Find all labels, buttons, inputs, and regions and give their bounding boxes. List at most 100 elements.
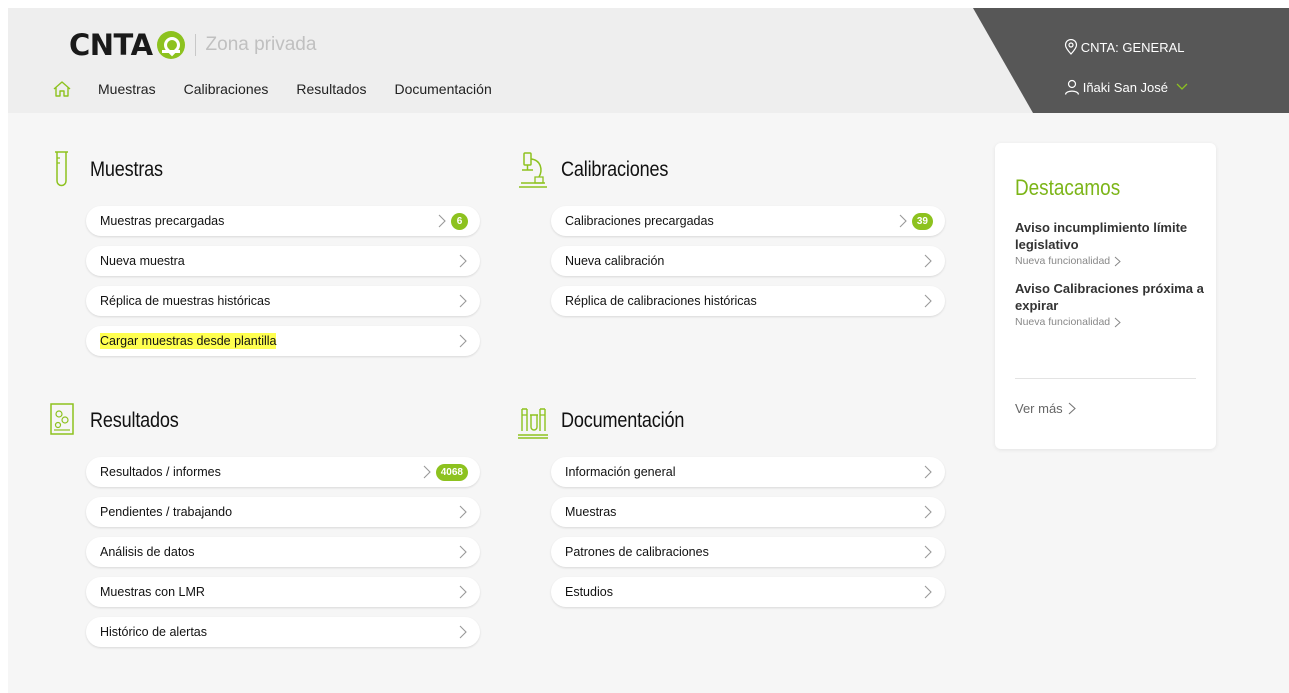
chevron-right-icon [924,254,932,268]
chevron-right-icon [1114,317,1121,327]
main-nav: Muestras Calibraciones Resultados Docume… [52,79,520,99]
list-item-nueva-calibracion[interactable]: Nueva calibración [551,246,945,276]
location-selector[interactable]: CNTA: GENERAL [1064,38,1191,56]
logo-subtitle: Zona privada [205,34,317,55]
section-resultados: Resultados Resultados / informes 4068 Pe… [48,401,480,657]
list-item-estudios[interactable]: Estudios [551,577,945,607]
item-label: Información general [565,465,676,479]
chevron-right-icon [459,545,467,559]
news-list: Aviso incumplimiento límite legislativo … [1015,219,1205,341]
section-title: Documentación [561,409,685,432]
location-label: CNTA: GENERAL [1080,39,1185,55]
item-label: Cargar muestras desde plantilla [100,333,277,349]
logo-text: CNTA [69,28,153,62]
item-label: Histórico de alertas [100,625,207,639]
section-header: Documentación [515,401,945,441]
user-icon [1064,79,1079,95]
news-title[interactable]: Aviso incumplimiento límite legislativo [1015,219,1205,253]
section-documentacion: Documentación Información general Muestr… [515,401,945,617]
item-label: Muestras con LMR [100,585,205,599]
item-label: Pendientes / trabajando [100,505,233,519]
news-link[interactable]: Nueva funcionalidad [1015,316,1205,328]
list-item-muestras-lmr[interactable]: Muestras con LMR [86,577,480,607]
list-item-analisis-datos[interactable]: Análisis de datos [86,537,480,567]
report-icon [50,403,74,435]
ver-mas-label: Ver más [1015,401,1063,416]
list-item-patrones-calibraciones[interactable]: Patrones de calibraciones [551,537,945,567]
section-title: Calibraciones [561,158,669,181]
section-header: Resultados [48,401,480,441]
list-item-muestras-precargadas[interactable]: Muestras precargadas 6 [86,206,480,236]
test-tube-icon [55,151,68,187]
documentacion-list: Información general Muestras Patrones de… [551,457,945,607]
news-title[interactable]: Aviso Calibraciones próxima a expirar [1015,280,1205,314]
list-item-historico-alertas[interactable]: Histórico de alertas [86,617,480,647]
muestras-list: Muestras precargadas 6 Nueva muestra Rép… [86,206,480,356]
list-item-doc-muestras[interactable]: Muestras [551,497,945,527]
news-subtitle: Nueva funcionalidad [1015,316,1111,328]
section-header: Muestras [48,150,480,190]
news-subtitle: Nueva funcionalidad [1015,255,1111,267]
card-title: Destacamos [1015,175,1121,200]
resultados-list: Resultados / informes 4068 Pendientes / … [86,457,480,647]
list-item-pendientes[interactable]: Pendientes / trabajando [86,497,480,527]
count-badge: 4068 [435,463,468,481]
chevron-right-icon [924,505,932,519]
chevron-right-icon [924,545,932,559]
lab-equipment-icon [518,408,548,439]
logo-separator [194,34,196,56]
item-label: Muestras precargadas [100,214,225,228]
chevron-right-icon [924,585,932,599]
chevron-right-icon [459,254,467,268]
logo[interactable]: CNTA Zona privada [69,28,316,62]
logo-mark-icon [156,31,185,59]
chevron-right-icon [1114,256,1121,266]
header: CNTA Zona privada Muestras Calibraciones… [8,8,1289,113]
nav-item-calibraciones[interactable]: Calibraciones [184,81,269,97]
section-muestras: Muestras Muestras precargadas 6 Nueva mu… [48,150,480,366]
chevron-right-icon [459,294,467,308]
item-label: Análisis de datos [100,545,195,559]
chevron-right-icon [899,214,907,228]
item-label: Patrones de calibraciones [565,545,709,559]
section-title: Resultados [90,409,179,432]
nav-item-documentacion[interactable]: Documentación [394,81,491,97]
nav-item-muestras[interactable]: Muestras [98,81,156,97]
user-menu[interactable]: Iñaki San José [1064,78,1191,96]
list-item-resultados-informes[interactable]: Resultados / informes 4068 [86,457,480,487]
list-item-replica-muestras[interactable]: Réplica de muestras históricas [86,286,480,316]
list-item-replica-calibraciones[interactable]: Réplica de calibraciones históricas [551,286,945,316]
list-item-nueva-muestra[interactable]: Nueva muestra [86,246,480,276]
location-pin-icon [1064,39,1077,55]
item-label: Estudios [565,585,613,599]
news-link[interactable]: Nueva funcionalidad [1015,255,1205,267]
ver-mas-link[interactable]: Ver más [1015,401,1076,416]
list-item-cargar-plantilla[interactable]: Cargar muestras desde plantilla [86,326,480,356]
chevron-right-icon [459,505,467,519]
user-block: CNTA: GENERAL Iñaki San José [1064,38,1191,96]
nav-item-resultados[interactable]: Resultados [296,81,366,97]
item-label: Réplica de muestras históricas [100,294,271,308]
chevron-down-icon[interactable] [1176,83,1188,91]
count-badge: 6 [451,212,468,230]
item-label: Nueva muestra [100,254,185,268]
chevron-right-icon [459,585,467,599]
microscope-icon [519,152,547,188]
user-name: Iñaki San José [1082,79,1168,95]
item-label: Nueva calibración [565,254,665,268]
count-badge: 39 [911,212,933,230]
list-item-calibraciones-precargadas[interactable]: Calibraciones precargadas 39 [551,206,945,236]
calibraciones-list: Calibraciones precargadas 39 Nueva calib… [551,206,945,316]
page: CNTA Zona privada Muestras Calibraciones… [8,8,1289,693]
section-calibraciones: Calibraciones Calibraciones precargadas … [515,150,945,326]
chevron-right-icon [924,294,932,308]
list-item-informacion-general[interactable]: Información general [551,457,945,487]
section-title: Muestras [90,158,163,181]
chevron-right-icon [459,625,467,639]
home-icon[interactable] [52,79,72,99]
item-label: Calibraciones precargadas [565,214,714,228]
item-label: Réplica de calibraciones históricas [565,294,757,308]
chevron-right-icon [924,465,932,479]
item-label: Resultados / informes [100,465,221,479]
item-label: Muestras [565,505,617,519]
